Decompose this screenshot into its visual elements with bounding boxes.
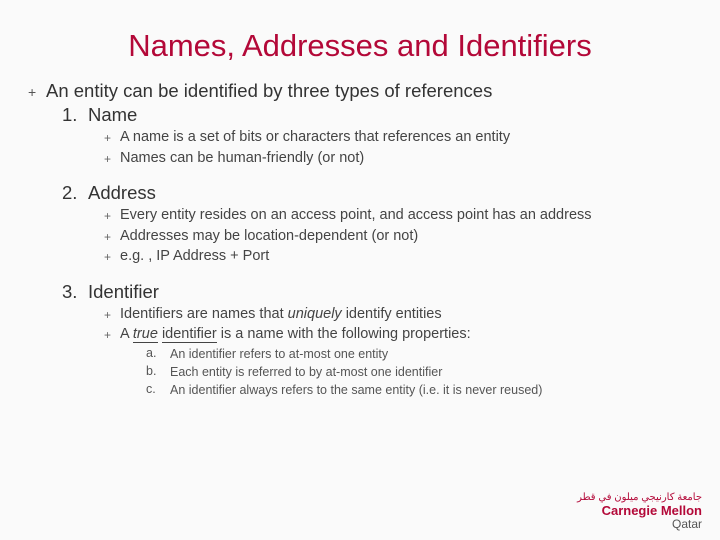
bullet-icon: + [104,247,120,264]
bullet-icon: + [104,149,120,166]
sub-point-text: A true identifier is a name with the fol… [120,325,471,345]
section-heading: Name [88,104,137,126]
section-heading: Identifier [88,281,159,303]
intro-row: + An entity can be identified by three t… [28,80,692,102]
abc-label: a. [146,346,170,360]
bullet-icon: + [28,80,46,100]
sub-point-text: Every entity resides on an access point,… [120,206,592,226]
section-heading-row: 2.Address [62,182,692,204]
bullet-icon: + [104,325,120,342]
section-gap [28,168,692,180]
sub-point-text: Names can be human-friendly (or not) [120,149,364,169]
abc-text: An identifier always refers to the same … [170,382,542,399]
slide-title: Names, Addresses and Identifiers [28,28,692,64]
bullet-icon: + [104,128,120,145]
abc-row: b.Each entity is referred to by at-most … [146,364,692,381]
abc-text: Each entity is referred to by at-most on… [170,364,442,381]
sub-point-text: A name is a set of bits or characters th… [120,128,510,148]
abc-row: a.An identifier refers to at-most one en… [146,346,692,363]
section-heading: Address [88,182,156,204]
section-heading-row: 3.Identifier [62,281,692,303]
abc-text: An identifier refers to at-most one enti… [170,346,388,363]
sub-point-text: Addresses may be location-dependent (or … [120,227,418,247]
abc-label: c. [146,382,170,396]
section-heading-row: 1.Name [62,104,692,126]
sections-container: 1.Name+A name is a set of bits or charac… [28,104,692,399]
bullet-icon: + [104,227,120,244]
sub-point-row: +Identifiers are names that uniquely ide… [104,305,692,325]
sub-point-row: +Names can be human-friendly (or not) [104,149,692,169]
sub-point-row: +Addresses may be location-dependent (or… [104,227,692,247]
sub-point-row: +e.g. , IP Address + Port [104,247,692,267]
sub-point-text: e.g. , IP Address + Port [120,247,269,267]
logo-cm: Carnegie Mellon [602,503,702,518]
abc-row: c.An identifier always refers to the sam… [146,382,692,399]
logo-arabic: جامعة كارنيجي ميلون في قطر [577,492,702,503]
logo: جامعة كارنيجي ميلون في قطر Carnegie Mell… [577,492,702,530]
slide: Names, Addresses and Identifiers + An en… [0,0,720,399]
sub-point-row: +A name is a set of bits or characters t… [104,128,692,148]
sub-point-row: +Every entity resides on an access point… [104,206,692,226]
sub-point-row: +A true identifier is a name with the fo… [104,325,692,345]
section-number: 3. [62,281,88,303]
section-number: 2. [62,182,88,204]
bullet-icon: + [104,305,120,322]
intro-text: An entity can be identified by three typ… [46,80,492,102]
section-gap [28,267,692,279]
abc-label: b. [146,364,170,378]
sub-point-text: Identifiers are names that uniquely iden… [120,305,442,325]
bullet-icon: + [104,206,120,223]
logo-qatar: Qatar [672,517,702,531]
section-number: 1. [62,104,88,126]
logo-text: Carnegie Mellon Qatar [577,504,702,530]
